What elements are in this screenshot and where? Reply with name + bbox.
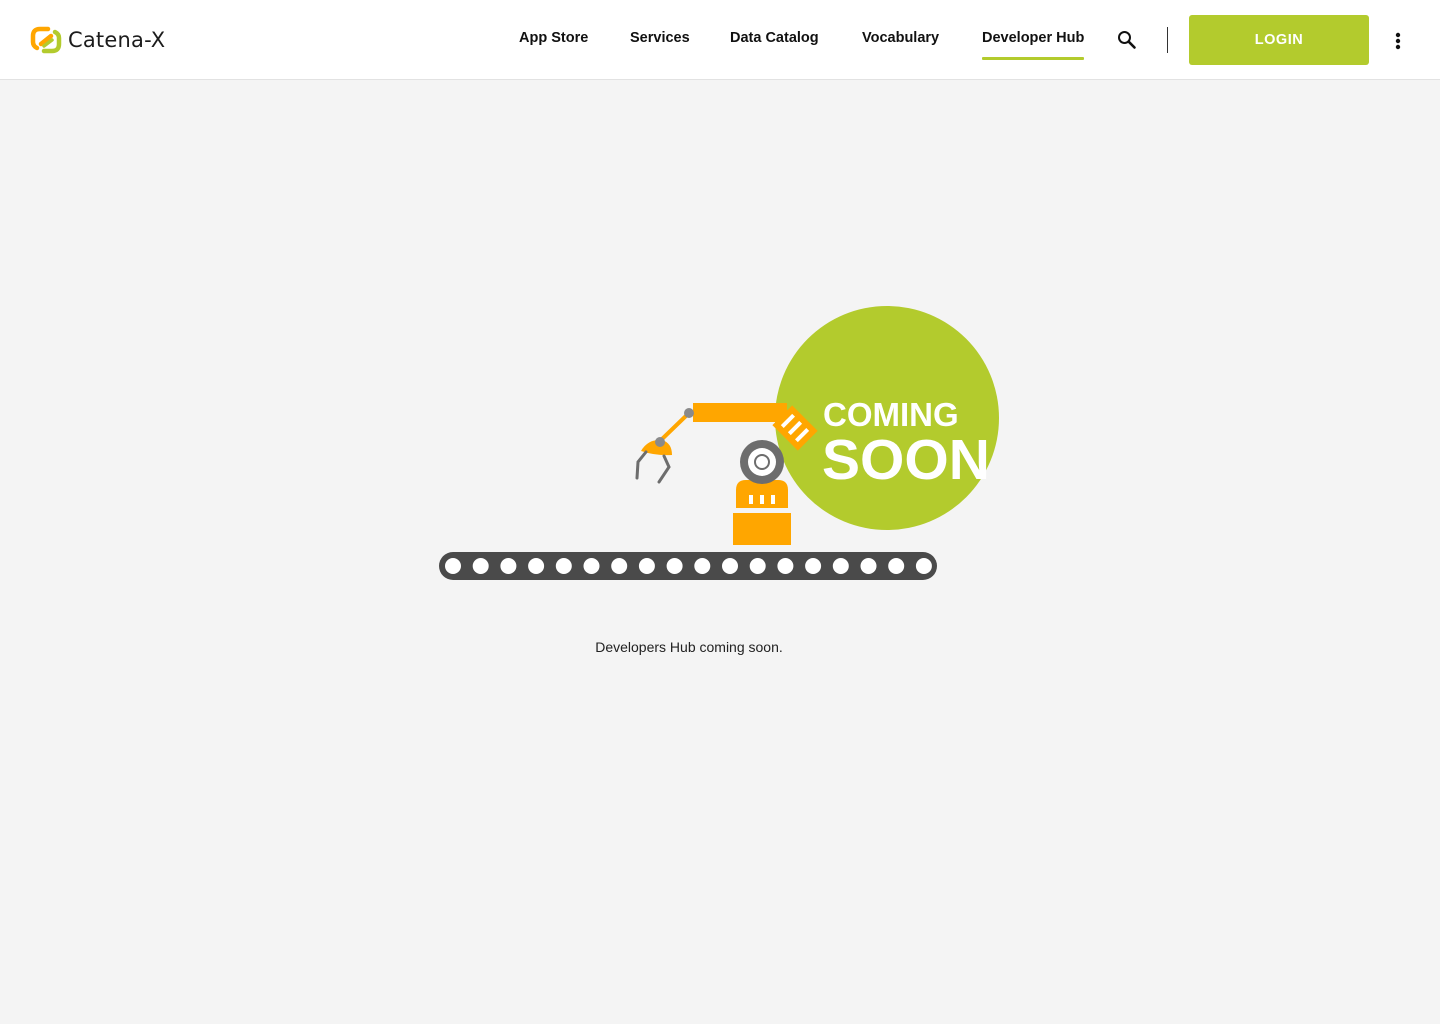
- nav-app-store[interactable]: App Store: [519, 30, 588, 46]
- search-button[interactable]: [1115, 28, 1139, 52]
- coming-soon-message: Developers Hub coming soon.: [595, 639, 783, 655]
- header-divider: [1167, 27, 1168, 53]
- conveyor-roller: [805, 558, 822, 574]
- top-header: Catena-X App Store Services Data Catalog…: [0, 0, 1440, 80]
- conveyor-roller: [749, 558, 766, 574]
- conveyor-roller: [722, 558, 738, 574]
- nav-developer-hub[interactable]: Developer Hub: [982, 30, 1085, 60]
- coming-soon-illustration: COMING SOON: [439, 306, 999, 580]
- conveyor-roller: [472, 558, 489, 574]
- conveyor-roller: [666, 558, 683, 574]
- conveyor-roller: [832, 558, 849, 574]
- catena-x-logo-icon: [30, 26, 62, 54]
- badge-soon-text: SOON: [822, 428, 990, 492]
- brand-name: Catena-X: [68, 28, 166, 52]
- conveyor-roller: [915, 558, 932, 574]
- conveyor-roller: [694, 558, 711, 574]
- conveyor-roller: [888, 558, 905, 574]
- brand-logo[interactable]: Catena-X: [30, 24, 165, 56]
- conveyor-roller: [555, 558, 572, 574]
- conveyor-roller: [638, 558, 655, 574]
- login-button[interactable]: LOGIN: [1189, 15, 1369, 65]
- conveyor-roller: [777, 558, 794, 574]
- conveyor-belt-icon: [439, 552, 937, 580]
- conveyor-roller: [611, 558, 628, 574]
- conveyor-roller: [583, 558, 600, 574]
- conveyor-roller: [445, 558, 461, 574]
- conveyor-roller: [860, 558, 877, 574]
- search-icon: [1118, 31, 1136, 49]
- conveyor-roller: [500, 558, 517, 574]
- conveyor-roller: [528, 558, 545, 574]
- more-vert-icon: [1395, 32, 1401, 50]
- nav-data-catalog[interactable]: Data Catalog: [730, 30, 819, 46]
- nav-services[interactable]: Services: [630, 30, 690, 46]
- nav-vocabulary[interactable]: Vocabulary: [862, 30, 939, 46]
- more-menu-button[interactable]: [1388, 28, 1408, 54]
